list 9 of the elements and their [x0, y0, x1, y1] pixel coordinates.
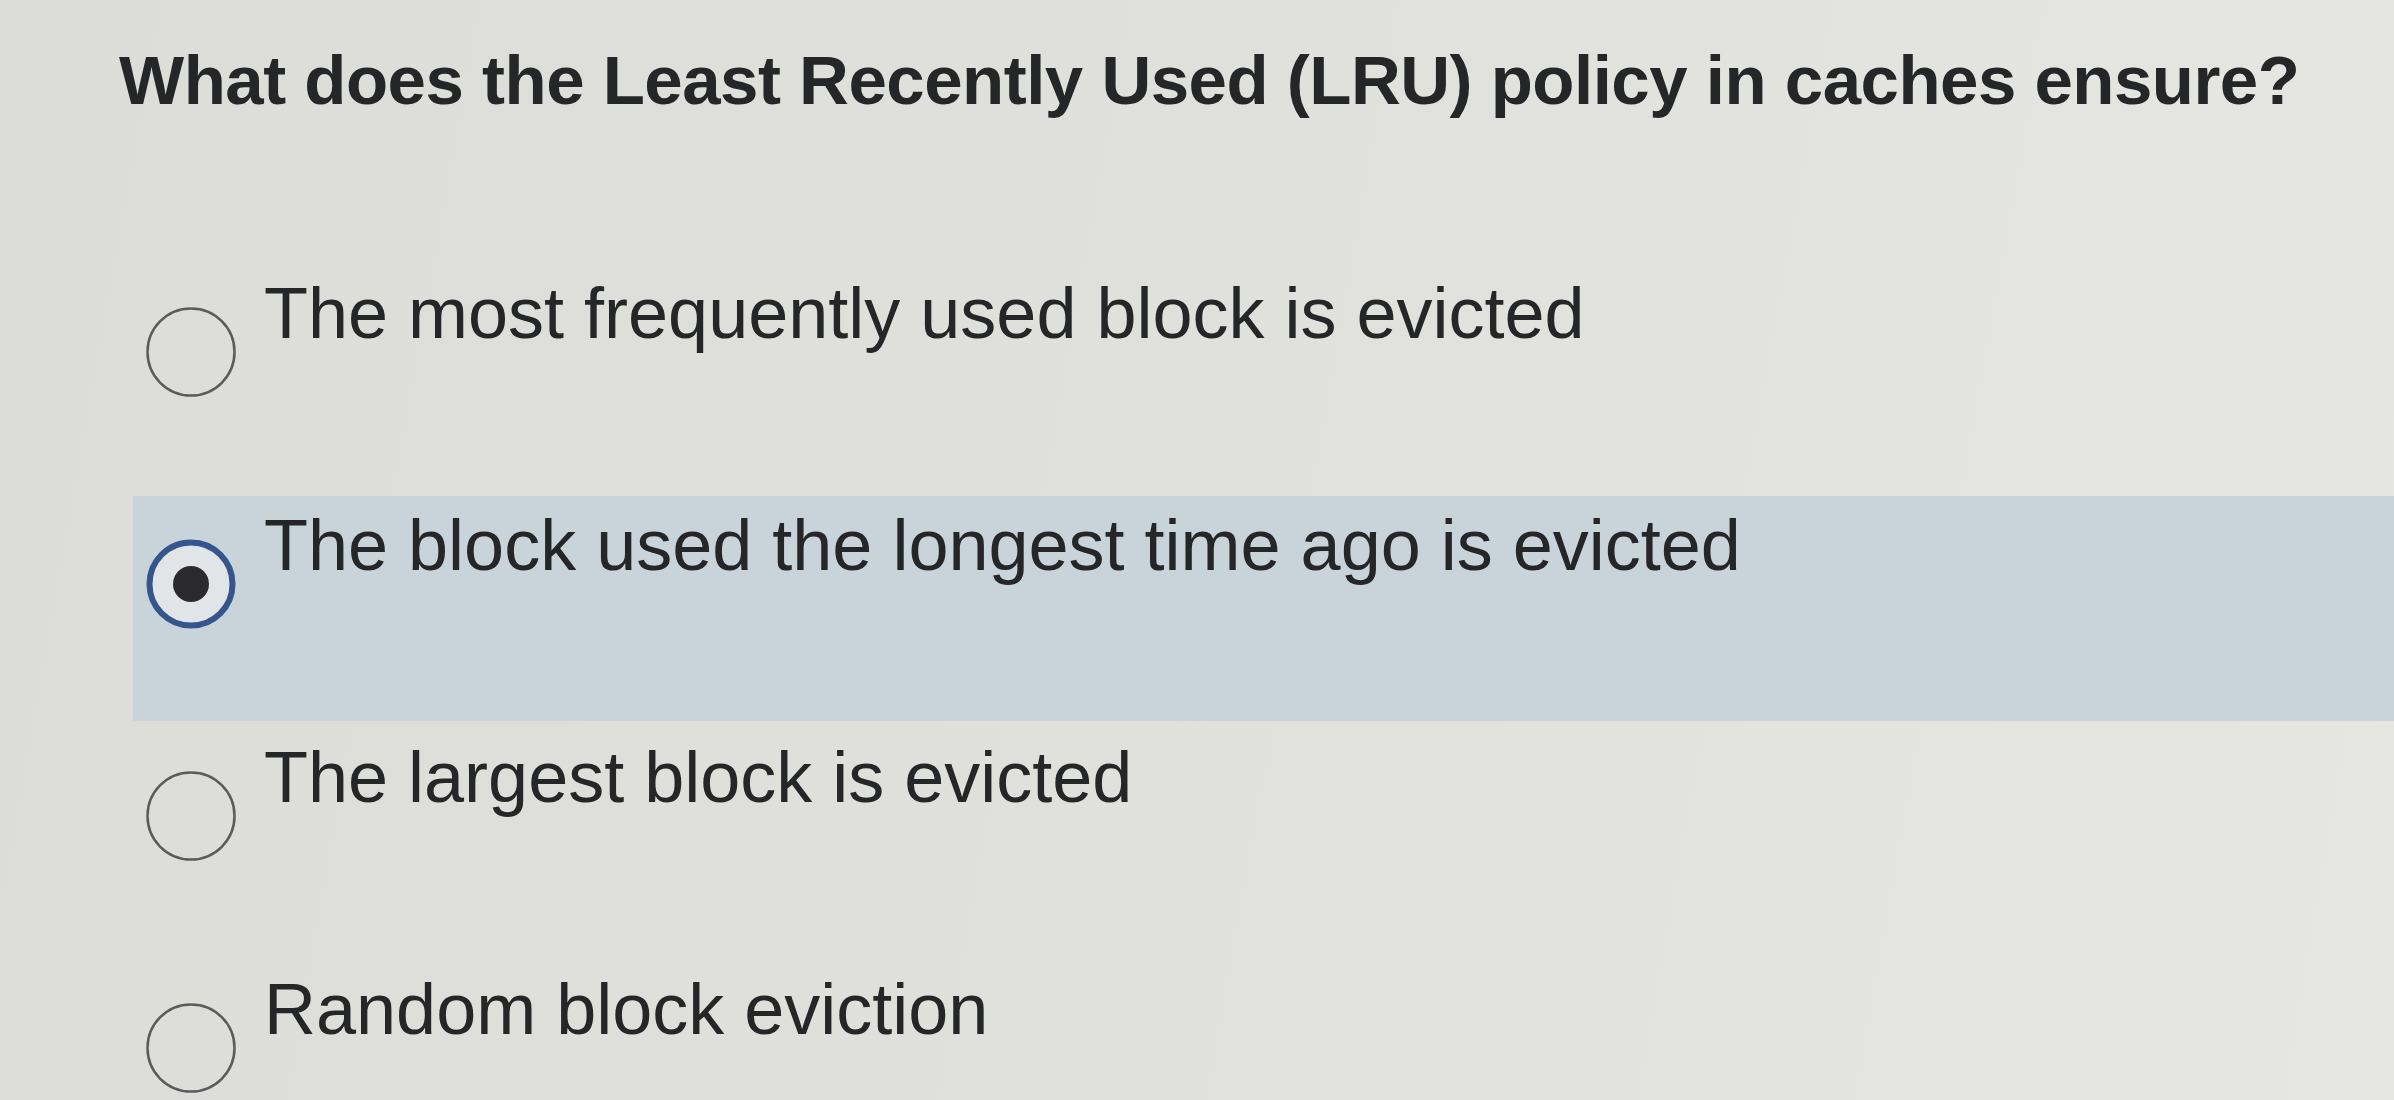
radio-button[interactable]: [146, 306, 236, 397]
option-label[interactable]: The largest block is evicted: [264, 733, 1133, 821]
option-label[interactable]: Random block eviction: [264, 965, 989, 1053]
question-text: What does the Least Recently Used (LRU) policy in caches ensure?: [119, 41, 2301, 121]
radio-button[interactable]: [146, 538, 236, 629]
option-label[interactable]: The most frequently used block is evicted: [264, 269, 1585, 357]
radio-button[interactable]: [146, 1002, 236, 1093]
option-label[interactable]: The block used the longest time ago is evicted: [264, 501, 1741, 589]
radio-button[interactable]: [146, 770, 236, 861]
